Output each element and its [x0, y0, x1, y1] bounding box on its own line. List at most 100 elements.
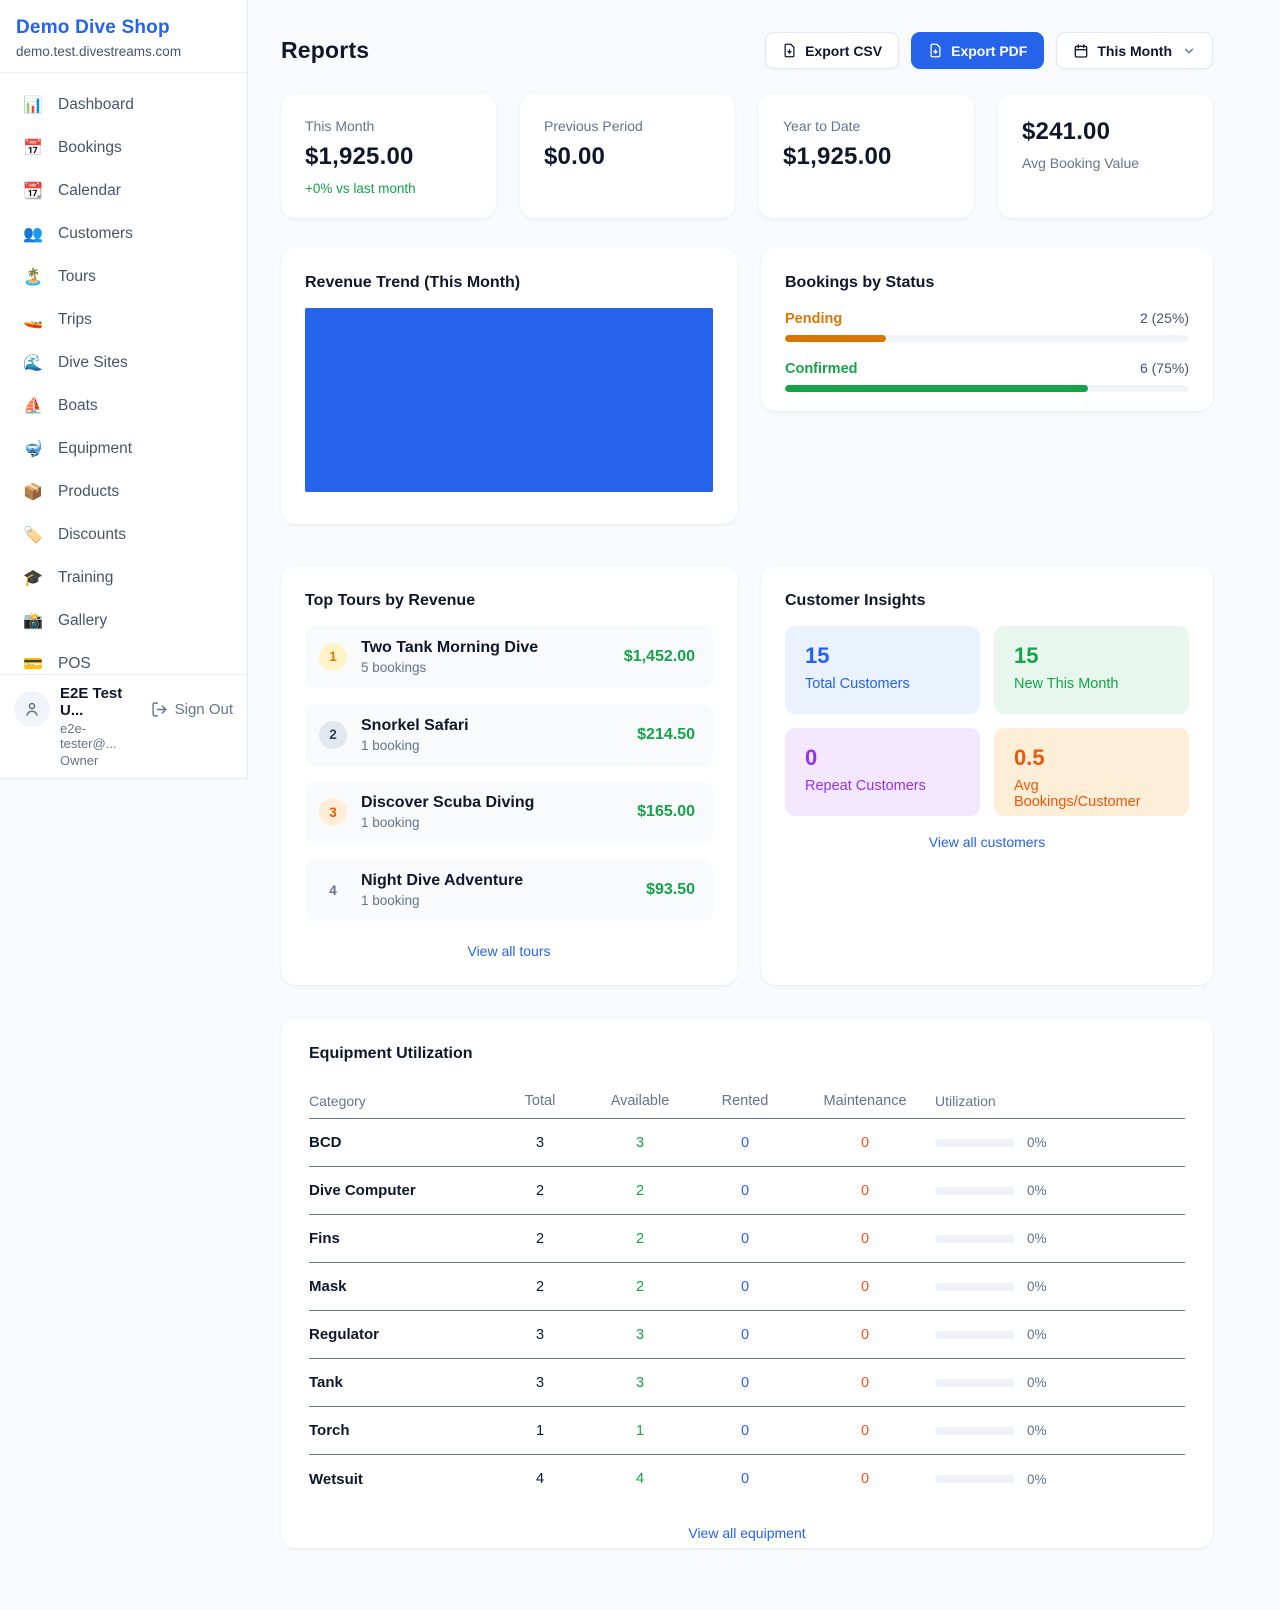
dashboard-icon: 📊 [22, 95, 44, 115]
cell-utilization: 0% [1027, 1375, 1047, 1390]
cell-total: 3 [495, 1375, 585, 1391]
sidebar-item-label: Dashboard [58, 96, 134, 114]
sidebar-item-label: Discounts [58, 526, 126, 544]
rank-badge: 4 [319, 876, 347, 904]
cell-available: 2 [585, 1231, 695, 1247]
cell-maintenance: 0 [795, 1135, 935, 1151]
column-header-total: Total [495, 1093, 585, 1109]
sidebar-item-equipment[interactable]: 🤿 Equipment [12, 427, 235, 470]
sign-out-label: Sign Out [175, 701, 233, 718]
sidebar-item-label: Tours [58, 268, 96, 286]
tour-bookings: 1 booking [361, 815, 623, 830]
table-row: Regulator 3 3 0 0 0% [309, 1311, 1185, 1359]
sidebar-item-label: Calendar [58, 182, 121, 200]
wave-icon: 🌊 [22, 353, 44, 373]
cell-utilization: 0% [1027, 1183, 1047, 1198]
tour-row[interactable]: 1 Two Tank Morning Dive 5 bookings $1,45… [305, 626, 713, 688]
tour-row[interactable]: 4 Night Dive Adventure 1 booking $93.50 [305, 859, 713, 921]
tour-row[interactable]: 3 Discover Scuba Diving 1 booking $165.0… [305, 782, 713, 844]
file-download-icon [782, 43, 797, 58]
bookings-calendar-icon: 📅 [22, 138, 44, 158]
tour-row[interactable]: 2 Snorkel Safari 1 booking $214.50 [305, 704, 713, 766]
rank-badge: 1 [319, 643, 347, 671]
sidebar-item-label: Customers [58, 225, 133, 243]
sidebar-item-bookings[interactable]: 📅 Bookings [12, 126, 235, 169]
cell-available: 2 [585, 1183, 695, 1199]
cell-available: 3 [585, 1375, 695, 1391]
sidebar-item-trips[interactable]: 🚤 Trips [12, 298, 235, 341]
view-all-equipment-link[interactable]: View all equipment [309, 1525, 1185, 1541]
export-pdf-button[interactable]: Export PDF [911, 32, 1044, 69]
sidebar-item-training[interactable]: 🎓 Training [12, 556, 235, 599]
equipment-utilization-title: Equipment Utilization [309, 1045, 1185, 1063]
sailboat-icon: ⛵ [22, 396, 44, 416]
sign-out-button[interactable]: Sign Out [151, 701, 233, 718]
cell-maintenance: 0 [795, 1423, 935, 1439]
column-header-category: Category [309, 1093, 495, 1109]
brand-name[interactable]: Demo Dive Shop [16, 17, 231, 39]
sidebar-item-dashboard[interactable]: 📊 Dashboard [12, 83, 235, 126]
sidebar-item-boats[interactable]: ⛵ Boats [12, 384, 235, 427]
cell-available: 3 [585, 1135, 695, 1151]
avatar [14, 691, 50, 727]
cell-utilization: 0% [1027, 1327, 1047, 1342]
cell-rented: 0 [695, 1135, 795, 1151]
stat-value: $241.00 [1022, 118, 1189, 146]
insight-value: 0.5 [1014, 745, 1169, 771]
column-header-maintenance: Maintenance [795, 1093, 935, 1109]
speedboat-icon: 🚤 [22, 310, 44, 330]
insight-tile-avg-bookings: 0.5 Avg Bookings/Customer [994, 728, 1189, 816]
cell-available: 3 [585, 1327, 695, 1343]
pending-progress-track [785, 335, 1189, 342]
sidebar-item-discounts[interactable]: 🏷️ Discounts [12, 513, 235, 556]
brand-block: Demo Dive Shop demo.test.divestreams.com [0, 0, 247, 73]
cell-total: 2 [495, 1279, 585, 1295]
calendar-icon: 📆 [22, 181, 44, 201]
table-row: Wetsuit 4 4 0 0 0% [309, 1455, 1185, 1503]
file-download-icon [928, 43, 943, 58]
stat-card-year-to-date: Year to Date $1,925.00 [759, 94, 974, 218]
status-count-confirmed: 6 (75%) [1140, 360, 1189, 376]
sidebar-nav: 📊 Dashboard 📅 Bookings 📆 Calendar 👥 Cust… [0, 73, 247, 674]
period-dropdown[interactable]: This Month [1056, 32, 1213, 69]
insight-tile-repeat-customers: 0 Repeat Customers [785, 728, 980, 816]
cell-rented: 0 [695, 1279, 795, 1295]
table-row: BCD 3 3 0 0 0% [309, 1119, 1185, 1167]
cell-total: 3 [495, 1135, 585, 1151]
stat-label: Year to Date [783, 118, 950, 134]
table-row: Fins 2 2 0 0 0% [309, 1215, 1185, 1263]
island-icon: 🏝️ [22, 267, 44, 287]
insight-label: Avg Bookings/Customer [1014, 778, 1169, 810]
insight-tile-total-customers: 15 Total Customers [785, 626, 980, 714]
utilization-bar [935, 1139, 1015, 1147]
tour-revenue: $214.50 [637, 726, 695, 744]
column-header-utilization: Utilization [935, 1093, 1185, 1109]
sidebar-item-label: Products [58, 483, 119, 501]
sidebar-item-dive-sites[interactable]: 🌊 Dive Sites [12, 341, 235, 384]
main-content: Reports Export CSV Export PDF This Month [248, 0, 1280, 1548]
view-all-tours-link[interactable]: View all tours [305, 943, 713, 959]
cell-available: 4 [585, 1471, 695, 1487]
stat-label: Avg Booking Value [1022, 155, 1189, 171]
stat-cards-row: This Month $1,925.00 +0% vs last month P… [281, 94, 1213, 218]
cell-maintenance: 0 [795, 1327, 935, 1343]
cell-rented: 0 [695, 1471, 795, 1487]
cell-category: Dive Computer [309, 1182, 495, 1199]
stat-card-avg-booking-value: $241.00 Avg Booking Value [998, 94, 1213, 218]
table-row: Tank 3 3 0 0 0% [309, 1359, 1185, 1407]
sidebar-item-gallery[interactable]: 📸 Gallery [12, 599, 235, 642]
cell-category: Tank [309, 1374, 495, 1391]
cell-total: 2 [495, 1183, 585, 1199]
status-count-pending: 2 (25%) [1140, 310, 1189, 326]
sidebar-item-tours[interactable]: 🏝️ Tours [12, 255, 235, 298]
sidebar-item-customers[interactable]: 👥 Customers [12, 212, 235, 255]
camera-icon: 📸 [22, 611, 44, 631]
sidebar-item-calendar[interactable]: 📆 Calendar [12, 169, 235, 212]
export-csv-label: Export CSV [805, 43, 882, 59]
view-all-customers-link[interactable]: View all customers [785, 834, 1189, 850]
pending-progress-fill [785, 335, 886, 342]
export-csv-button[interactable]: Export CSV [765, 32, 899, 69]
sidebar-item-products[interactable]: 📦 Products [12, 470, 235, 513]
rank-badge: 3 [319, 798, 347, 826]
sidebar-item-pos[interactable]: 💳 POS [12, 642, 235, 674]
